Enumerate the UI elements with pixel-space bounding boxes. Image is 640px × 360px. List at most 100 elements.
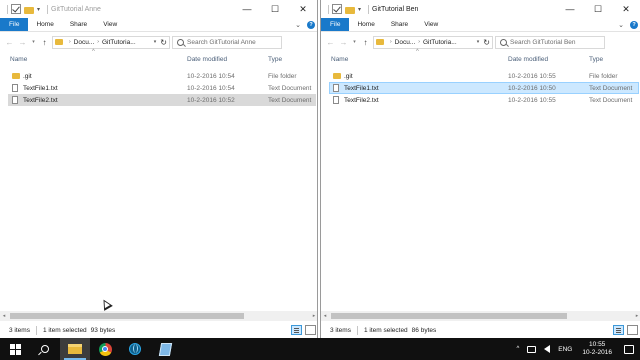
search-input[interactable]: Search GitTutorial Ben [495, 35, 605, 49]
up-button[interactable]: ↑ [39, 35, 50, 49]
scroll-right-icon[interactable]: ▸ [310, 313, 317, 319]
help-button[interactable]: ? [305, 18, 317, 31]
close-button[interactable]: ✕ [612, 0, 640, 18]
properties-icon[interactable] [11, 4, 21, 14]
close-button[interactable]: ✕ [289, 0, 317, 18]
back-button[interactable]: ← [325, 35, 336, 49]
address-dropdown-icon[interactable]: ▾ [477, 39, 480, 45]
recent-locations-button[interactable]: ▾ [30, 35, 37, 49]
scroll-left-icon[interactable]: ◂ [321, 313, 329, 319]
divider [356, 325, 358, 335]
column-type[interactable]: Type [268, 56, 282, 63]
column-name[interactable]: Name [331, 56, 348, 63]
file-date: 10-2-2016 10:50 [508, 84, 556, 92]
volume-button[interactable] [540, 338, 554, 360]
selection-count: 1 item selected [363, 326, 408, 334]
up-button[interactable]: ↑ [360, 35, 371, 49]
breadcrumb-current[interactable]: GitTutoria... [423, 39, 457, 46]
taskbar-file-explorer[interactable] [60, 338, 90, 360]
file-type: File folder [589, 72, 618, 80]
new-folder-icon[interactable] [345, 6, 355, 14]
input-language[interactable]: ENG [554, 338, 576, 360]
column-type[interactable]: Type [589, 56, 603, 63]
expand-ribbon-icon[interactable]: ⌄ [291, 18, 305, 31]
address-bar[interactable]: › Docu... › GitTutoria... ▾ ↻ [52, 35, 170, 49]
column-date-modified[interactable]: Date modified [508, 56, 548, 63]
file-row[interactable]: .git 10-2-2016 10:54 File folder [8, 70, 316, 82]
minimize-button[interactable]: — [556, 0, 584, 18]
scroll-left-icon[interactable]: ◂ [0, 313, 8, 319]
explorer-window-right: ▾ GitTutorial Ben — ☐ ✕ File Home Share … [320, 0, 640, 338]
address-bar[interactable]: › Docu... › GitTutoria... ▾ ↻ [373, 35, 493, 49]
breadcrumb-documents[interactable]: Docu... [74, 39, 95, 46]
tab-file[interactable]: File [321, 18, 350, 31]
taskbar-notepad[interactable] [150, 338, 180, 360]
item-count: 3 items [9, 326, 30, 334]
breadcrumb-current[interactable]: GitTutoria... [102, 39, 136, 46]
scrollbar-thumb[interactable] [10, 313, 244, 319]
tab-file[interactable]: File [0, 18, 29, 31]
horizontal-scrollbar[interactable]: ◂ ▸ [0, 311, 317, 321]
column-date-modified[interactable]: Date modified [187, 56, 227, 63]
maximize-button[interactable]: ☐ [261, 0, 289, 18]
network-button[interactable] [523, 338, 540, 360]
new-folder-icon[interactable] [24, 6, 34, 14]
chevron-right-icon[interactable]: › [69, 39, 71, 45]
text-file-icon [333, 84, 339, 92]
file-type: Text Document [589, 96, 633, 104]
properties-icon[interactable] [332, 4, 342, 14]
file-row-selected[interactable]: TextFile2.txt 10-2-2016 10:52 Text Docum… [8, 94, 316, 106]
horizontal-scrollbar[interactable]: ◂ ▸ [321, 311, 640, 321]
chevron-right-icon[interactable]: › [390, 39, 392, 45]
chevron-right-icon[interactable]: › [418, 39, 420, 45]
start-button[interactable] [0, 338, 30, 360]
text-file-icon [12, 96, 18, 104]
minimize-button[interactable]: — [233, 0, 261, 18]
notifications-icon[interactable] [624, 344, 634, 354]
file-row[interactable]: TextFile2.txt 10-2-2016 10:55 Text Docum… [329, 94, 639, 106]
expand-ribbon-icon[interactable]: ⌄ [614, 18, 628, 31]
scroll-right-icon[interactable]: ▸ [633, 313, 640, 319]
divider [368, 4, 370, 14]
show-hidden-icons-button[interactable]: ^ [512, 338, 523, 360]
breadcrumb-documents[interactable]: Docu... [395, 39, 416, 46]
tab-home[interactable]: Home [349, 18, 382, 31]
tab-view[interactable]: View [95, 18, 125, 31]
tab-home[interactable]: Home [28, 18, 61, 31]
forward-button[interactable]: → [338, 35, 349, 49]
refresh-icon[interactable]: ↻ [160, 38, 167, 47]
search-placeholder: Search GitTutorial Ben [510, 38, 576, 46]
tab-view[interactable]: View [416, 18, 446, 31]
scrollbar-thumb[interactable] [331, 313, 567, 319]
back-button[interactable]: ← [4, 35, 15, 49]
column-name[interactable]: Name [10, 56, 27, 63]
chevron-right-icon[interactable]: › [97, 39, 99, 45]
help-button[interactable]: ? [628, 18, 640, 31]
details-view-button[interactable] [291, 325, 302, 335]
file-name: TextFile2.txt [344, 96, 379, 104]
forward-button[interactable]: → [17, 35, 28, 49]
folder-icon [55, 39, 63, 45]
tab-share[interactable]: Share [383, 18, 416, 31]
large-icons-view-button[interactable] [305, 325, 316, 335]
file-row[interactable]: .git 10-2-2016 10:55 File folder [329, 70, 639, 82]
tab-share[interactable]: Share [62, 18, 95, 31]
large-icons-view-button[interactable] [627, 325, 638, 335]
file-row-selected[interactable]: TextFile1.txt 10-2-2016 10:50 Text Docum… [329, 82, 639, 94]
refresh-icon[interactable]: ↻ [483, 38, 490, 47]
system-tray: ^ ENG 10:55 10-2-2016 [512, 338, 640, 360]
details-view-button[interactable] [613, 325, 624, 335]
search-input[interactable]: Search GitTutorial Anne [172, 35, 282, 49]
search-placeholder: Search GitTutorial Anne [187, 38, 256, 46]
clock[interactable]: 10:55 10-2-2016 [576, 341, 618, 357]
recent-locations-button[interactable]: ▾ [351, 35, 358, 49]
taskbar-globe-app[interactable] [120, 338, 150, 360]
customize-toolbar-icon[interactable]: ▾ [358, 6, 361, 13]
taskbar-chrome[interactable] [90, 338, 120, 360]
file-row[interactable]: TextFile1.txt 10-2-2016 10:54 Text Docum… [8, 82, 316, 94]
address-dropdown-icon[interactable]: ▾ [154, 39, 157, 45]
file-name: .git [344, 72, 353, 80]
customize-toolbar-icon[interactable]: ▾ [37, 6, 40, 13]
taskbar-search-button[interactable] [30, 338, 60, 360]
maximize-button[interactable]: ☐ [584, 0, 612, 18]
